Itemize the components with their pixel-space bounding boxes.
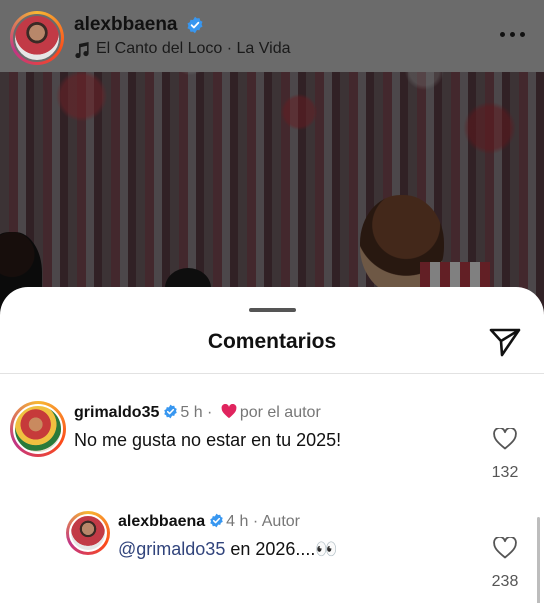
comment-body: en 2026....👀 — [225, 539, 338, 559]
comment-time: 4 h — [226, 513, 249, 530]
like-count: 238 — [491, 573, 519, 590]
heart-outline-icon[interactable] — [493, 428, 517, 450]
post-author-username[interactable]: alexbbaena — [74, 14, 178, 36]
comment-time: 5 h — [180, 404, 203, 421]
share-icon[interactable] — [488, 324, 522, 358]
liked-by-author-label: por el autor — [239, 404, 321, 421]
separator-dot: · — [248, 513, 262, 530]
commenter-avatar[interactable] — [66, 511, 110, 555]
verified-badge-icon — [164, 404, 178, 419]
verified-badge-icon — [210, 513, 223, 528]
author-label: Autor — [261, 513, 300, 530]
scrollbar[interactable] — [537, 517, 540, 603]
sheet-drag-handle[interactable] — [249, 308, 296, 312]
commenter-avatar[interactable] — [10, 401, 66, 457]
heart-outline-icon[interactable] — [493, 537, 517, 559]
comment-text: @grimaldo35 en 2026....👀 — [118, 539, 338, 560]
heart-icon — [221, 404, 237, 419]
sheet-title: Comentarios — [207, 330, 337, 353]
post-header: alexbbaena El Canto del Loco · La Vida — [0, 0, 544, 72]
commenter-username[interactable]: alexbbaena — [118, 513, 205, 530]
music-note-icon — [75, 42, 89, 58]
more-options-icon[interactable] — [500, 32, 526, 38]
post-music-label[interactable]: El Canto del Loco · La Vida — [96, 40, 291, 58]
comment-meta: alexbbaena 4 h · Autor — [118, 513, 300, 531]
commenter-username[interactable]: grimaldo35 — [74, 404, 159, 421]
post-author-avatar[interactable] — [10, 11, 64, 65]
mention-link[interactable]: @grimaldo35 — [118, 539, 225, 559]
comment-meta: grimaldo35 5 h · por el autor — [74, 404, 321, 422]
like-count: 132 — [491, 464, 519, 481]
comments-sheet: Comentarios grimaldo35 5 h · por el autor… — [0, 287, 544, 603]
divider — [0, 373, 544, 374]
separator-dot: · — [202, 404, 217, 421]
comment-text: No me gusta no estar en tu 2025! — [74, 430, 342, 450]
verified-badge-icon — [187, 16, 203, 34]
